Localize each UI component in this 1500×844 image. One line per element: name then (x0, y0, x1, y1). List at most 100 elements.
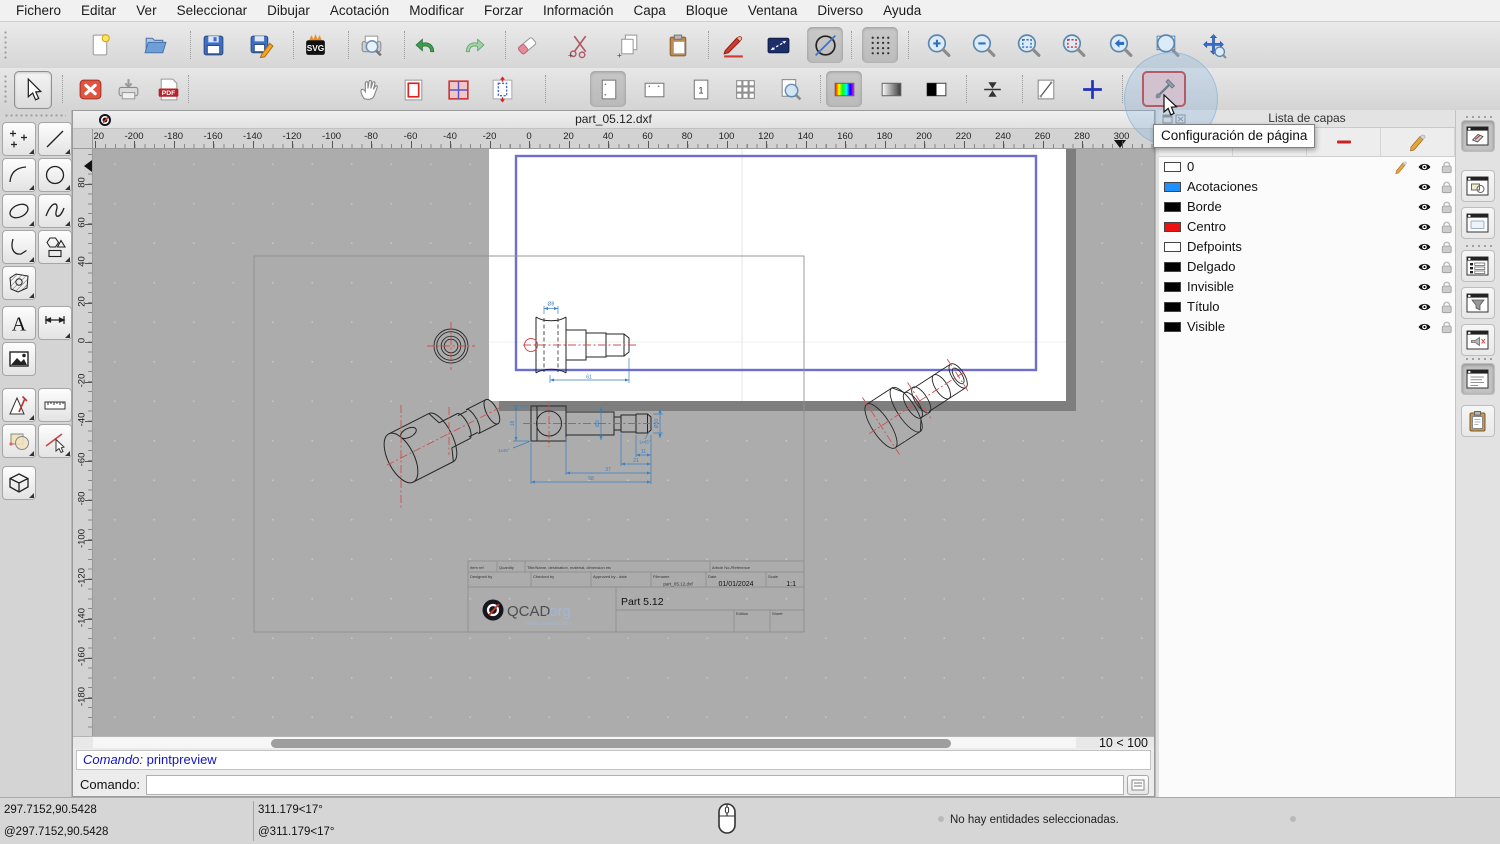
layer-lock-icon[interactable] (1439, 220, 1454, 234)
layer-color-swatch[interactable] (1164, 242, 1181, 252)
copy-button[interactable]: + (611, 27, 647, 63)
layer-color-swatch[interactable] (1164, 282, 1181, 292)
grayscale-mode-button[interactable] (873, 71, 909, 107)
layer-visibility-eye-icon[interactable] (1417, 320, 1432, 334)
layer-lock-icon[interactable] (1439, 160, 1454, 174)
tools-measure-button[interactable] (38, 388, 72, 422)
dock-block-list-button[interactable] (1461, 170, 1495, 202)
layer-row-defpoints[interactable]: Defpoints (1159, 237, 1455, 257)
full-color-mode-button[interactable] (826, 71, 862, 107)
layer-row-0[interactable]: 0 (1159, 157, 1455, 177)
menu-forzar[interactable]: Forzar (474, 0, 533, 22)
cut-button[interactable]: + (562, 27, 598, 63)
menu-seleccionar[interactable]: Seleccionar (167, 0, 258, 22)
tools-spline-button[interactable] (38, 194, 72, 228)
layer-row-acotaciones[interactable]: Acotaciones (1159, 177, 1455, 197)
menu-capa[interactable]: Capa (624, 0, 676, 22)
remove-layer-button[interactable] (1307, 128, 1381, 156)
layer-color-swatch[interactable] (1164, 202, 1181, 212)
draft-mode-button[interactable] (807, 27, 843, 63)
print-button[interactable] (110, 71, 146, 107)
zoom-to-page-button[interactable] (772, 71, 808, 107)
pan-zoom-button[interactable] (1195, 27, 1231, 63)
layer-visibility-eye-icon[interactable] (1417, 160, 1432, 174)
tools-circle-button[interactable] (38, 158, 72, 192)
layer-visibility-eye-icon[interactable] (1417, 280, 1432, 294)
dock-property-editor-button[interactable] (1461, 250, 1495, 282)
menu-acotacion[interactable]: Acotación (320, 0, 399, 22)
dock-view-options-button[interactable] (1461, 324, 1495, 356)
menu-ver[interactable]: Ver (126, 0, 166, 22)
tools-dimension-button[interactable] (38, 306, 72, 340)
menu-ventana[interactable]: Ventana (738, 0, 808, 22)
scrollbar-thumb[interactable] (271, 738, 951, 748)
layer-lock-icon[interactable] (1439, 240, 1454, 254)
toolbar-handle[interactable] (3, 74, 8, 104)
document-tab-title[interactable]: part_05.12.dxf (73, 111, 1154, 128)
dock-clipboard-viewer-button[interactable] (1461, 405, 1495, 437)
menu-diverso[interactable]: Diverso (807, 0, 873, 22)
zoom-previous-button[interactable] (1102, 27, 1138, 63)
tools-point-button[interactable] (2, 122, 36, 156)
pan-hand-button[interactable] (351, 71, 387, 107)
blackwhite-mode-button[interactable] (918, 71, 954, 107)
layer-row-borde[interactable]: Borde (1159, 197, 1455, 217)
layer-visibility-eye-icon[interactable] (1417, 180, 1432, 194)
layer-lock-icon[interactable] (1439, 180, 1454, 194)
menu-ayuda[interactable]: Ayuda (873, 0, 931, 22)
print-preview-button[interactable] (353, 27, 389, 63)
dock-handle[interactable] (1464, 114, 1492, 119)
zoom-selection-button[interactable] (1055, 27, 1091, 63)
layer-color-swatch[interactable] (1164, 162, 1181, 172)
tools-polyline-button[interactable] (2, 230, 36, 264)
grid-toggle-button[interactable] (862, 27, 898, 63)
tools-text-button[interactable]: A (2, 306, 36, 340)
close-print-preview-button[interactable] (72, 71, 108, 107)
distance-info-button[interactable] (760, 27, 796, 63)
save-file-button[interactable] (195, 27, 231, 63)
layer-color-swatch[interactable] (1164, 262, 1181, 272)
tools-image-button[interactable] (2, 342, 36, 376)
layer-visibility-eye-icon[interactable] (1417, 220, 1432, 234)
layer-visibility-eye-icon[interactable] (1417, 240, 1432, 254)
layer-row-centro[interactable]: Centro (1159, 217, 1455, 237)
dock-selection-filter-button[interactable] (1461, 287, 1495, 319)
toolbar-handle[interactable] (3, 30, 8, 60)
menu-bloque[interactable]: Bloque (676, 0, 738, 22)
tools-line-button[interactable] (38, 122, 72, 156)
pointer-tool-button[interactable] (14, 71, 52, 109)
portrait-orientation-button[interactable] (590, 71, 626, 107)
tools-draw-misc-button[interactable] (2, 388, 36, 422)
layer-row-delgado[interactable]: Delgado (1159, 257, 1455, 277)
drawing-canvas[interactable]: Item ref Quantity Title/Name, destinatio… (93, 149, 1154, 736)
draw-pencil-button[interactable] (715, 27, 751, 63)
layer-lock-icon[interactable] (1439, 260, 1454, 274)
paste-button[interactable] (660, 27, 696, 63)
tools-hatch-button[interactable] (2, 266, 36, 300)
tools-ellipse-button[interactable] (2, 194, 36, 228)
layer-color-swatch[interactable] (1164, 222, 1181, 232)
menu-dibujar[interactable]: Dibujar (257, 0, 320, 22)
dock-layer-list-button[interactable] (1461, 120, 1495, 152)
auto-center-button[interactable] (974, 71, 1010, 107)
layer-visibility-eye-icon[interactable] (1417, 200, 1432, 214)
fit-drawing-button[interactable] (484, 71, 520, 107)
zoom-out-button[interactable] (965, 27, 1001, 63)
open-file-button[interactable] (137, 27, 173, 63)
tools-snap-button[interactable] (38, 424, 72, 458)
menu-fichero[interactable]: Fichero (6, 0, 71, 22)
tools-arc-button[interactable] (2, 158, 36, 192)
layer-color-swatch[interactable] (1164, 322, 1181, 332)
pdf-export-button[interactable]: PDF (150, 71, 186, 107)
command-input[interactable] (146, 775, 1124, 795)
layer-row-invisible[interactable]: Invisible (1159, 277, 1455, 297)
layer-color-swatch[interactable] (1164, 302, 1181, 312)
paper-borders-button[interactable] (395, 71, 431, 107)
layer-color-swatch[interactable] (1164, 182, 1181, 192)
layer-lock-icon[interactable] (1439, 280, 1454, 294)
svg-export-button[interactable]: SVG (297, 27, 333, 63)
origin-toggle-button[interactable] (1074, 71, 1110, 107)
sheet-drawing-toggle-button[interactable] (1028, 71, 1064, 107)
layer-visibility-eye-icon[interactable] (1417, 300, 1432, 314)
layer-lock-icon[interactable] (1439, 320, 1454, 334)
